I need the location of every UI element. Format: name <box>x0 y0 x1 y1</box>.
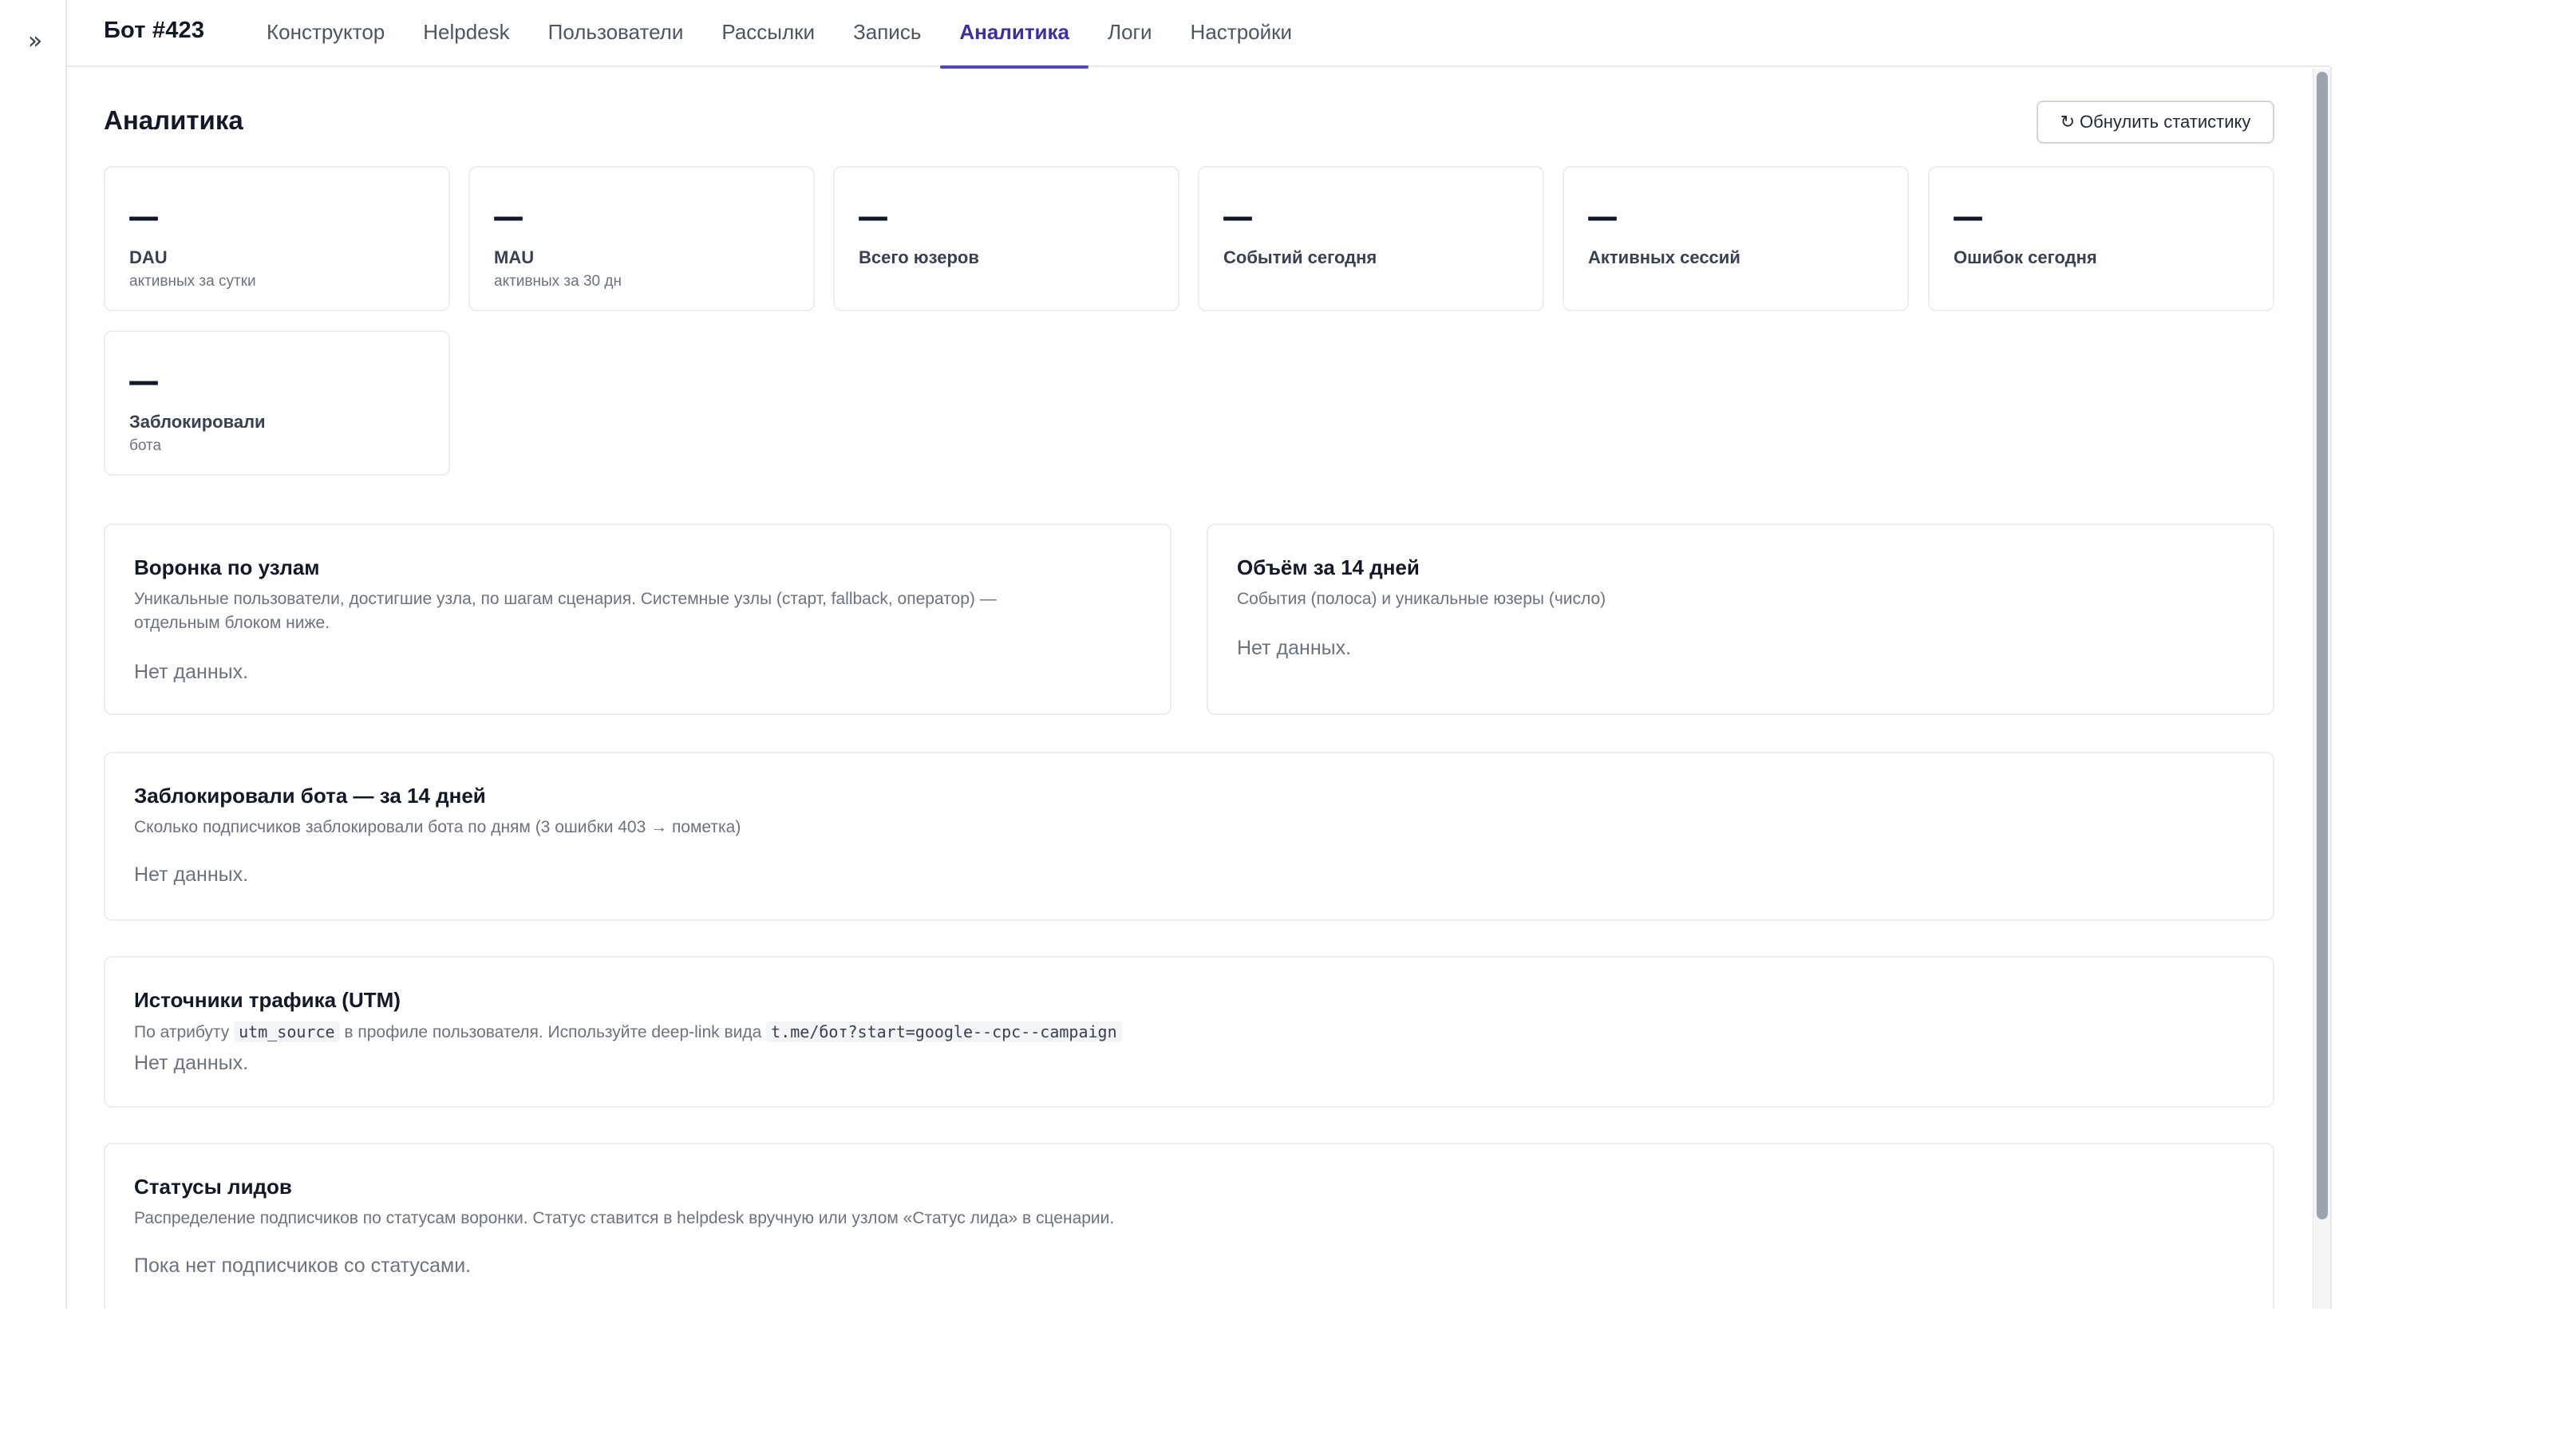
tab-bar: Конструктор Helpdesk Пользователи Рассыл… <box>247 0 1312 69</box>
leads-title: Статусы лидов <box>134 1175 292 1199</box>
funnel-title: Воронка по узлам <box>134 555 320 579</box>
stat-label: MAU <box>494 247 535 267</box>
stat-card-active-sessions: — Активных сессий <box>1563 166 1909 311</box>
scrollbar-thumb[interactable] <box>2317 72 2328 1219</box>
blocked-description: Сколько подписчиков заблокировали бота п… <box>134 818 741 836</box>
stat-card-dau: — DAU активных за сутки <box>104 166 450 311</box>
blocked-card: Заблокировали бота — за 14 дней Сколько … <box>104 752 2274 921</box>
utm-empty-state: Нет данных. <box>134 1052 249 1074</box>
tab-analytics[interactable]: Аналитика <box>940 0 1088 69</box>
reset-stats-label: Обнулить статистику <box>2080 112 2251 132</box>
stat-card-blocked: — Заблокировали бота <box>104 330 450 476</box>
utm-card: Источники трафика (UTM) По атрибуту utm_… <box>104 956 2274 1108</box>
stat-value: — <box>1586 199 1618 235</box>
lead-status-card: Статусы лидов Распределение подписчиков … <box>104 1143 2274 1326</box>
funnel-card: Воронка по узлам Уникальные пользователи… <box>104 523 1171 715</box>
tab-helpdesk[interactable]: Helpdesk <box>404 0 528 67</box>
expand-sidebar-icon[interactable]: » <box>24 27 46 56</box>
left-rail: » <box>0 0 67 1309</box>
stat-value: — <box>857 199 889 235</box>
stat-card-mau: — MAU активных за 30 дн <box>468 166 815 311</box>
stat-card-errors-today: — Ошибок сегодня <box>1928 166 2274 311</box>
stat-hint: бота <box>129 437 162 454</box>
tab-logs[interactable]: Логи <box>1088 0 1171 67</box>
refresh-icon: ↻ <box>2060 112 2076 132</box>
volume-title: Объём за 14 дней <box>1237 555 1420 579</box>
volume-card: Объём за 14 дней События (полоса) и уник… <box>1207 523 2274 715</box>
utm-description: По атрибуту utm_source в профиле пользов… <box>134 1020 1122 1045</box>
utm-title: Источники трафика (UTM) <box>134 988 401 1012</box>
page-title: Аналитика <box>104 105 243 135</box>
stat-value: — <box>1222 199 1254 235</box>
blocked-title: Заблокировали бота — за 14 дней <box>134 784 486 808</box>
funnel-empty-state: Нет данных. <box>134 661 249 683</box>
stat-card-total-users: — Всего юзеров <box>833 166 1179 311</box>
deep-link-code: t.me/бот?start=google--cpc--campaign <box>766 1021 1122 1042</box>
app-root: » Бот #423 Конструктор Helpdesk Пользова… <box>0 0 2576 1446</box>
bot-title: Бот #423 <box>104 18 205 43</box>
stat-hint: активных за 30 дн <box>494 273 622 290</box>
stat-label: Всего юзеров <box>859 247 979 267</box>
stat-hint: активных за сутки <box>129 273 256 290</box>
leads-empty-state: Пока нет подписчиков со статусами. <box>134 1254 472 1277</box>
tab-booking[interactable]: Запись <box>834 0 940 67</box>
stat-card-events-today: — Событий сегодня <box>1198 166 1544 311</box>
tab-settings[interactable]: Настройки <box>1171 0 1312 67</box>
stat-label: Ошибок сегодня <box>1954 247 2097 267</box>
volume-empty-state: Нет данных. <box>1237 637 1352 659</box>
volume-description: События (полоса) и уникальные юзеры (чис… <box>1237 590 1606 608</box>
viewport-bottom <box>67 1309 2332 1446</box>
stat-label: Событий сегодня <box>1223 247 1377 267</box>
reset-stats-button[interactable]: ↻ Обнулить статистику <box>2037 101 2274 144</box>
funnel-desc-line: Уникальные пользователи, достигшие узла,… <box>134 590 997 608</box>
tab-mailings[interactable]: Рассылки <box>702 0 834 67</box>
leads-description: Распределение подписчиков по статусам во… <box>134 1209 1115 1227</box>
tab-constructor[interactable]: Конструктор <box>247 0 404 67</box>
content-right-edge <box>2330 67 2332 1309</box>
funnel-description: Уникальные пользователи, достигшие узла,… <box>134 587 997 635</box>
stat-label: DAU <box>129 247 168 267</box>
stat-label: Заблокировали <box>129 412 266 432</box>
stat-value: — <box>492 199 524 235</box>
blocked-empty-state: Нет данных. <box>134 863 249 886</box>
main-scrollbar[interactable] <box>2313 69 2330 1309</box>
stat-value: — <box>128 363 160 400</box>
tab-users[interactable]: Пользователи <box>529 0 703 67</box>
top-nav: Бот #423 Конструктор Helpdesk Пользовате… <box>67 0 2330 69</box>
stat-label: Активных сессий <box>1588 247 1740 267</box>
utm-desc-middle: в профиле пользователя. Используйте deep… <box>344 1023 762 1041</box>
stat-value: — <box>1952 199 1984 235</box>
utm-desc-prefix: По атрибуту <box>134 1023 230 1041</box>
analytics-content: Аналитика ↻ Обнулить статистику — DAU ак… <box>104 67 2274 1326</box>
utm-source-code: utm_source <box>234 1021 340 1042</box>
funnel-desc-line: отдельным блоком ниже. <box>134 614 330 632</box>
stat-value: — <box>128 199 160 235</box>
